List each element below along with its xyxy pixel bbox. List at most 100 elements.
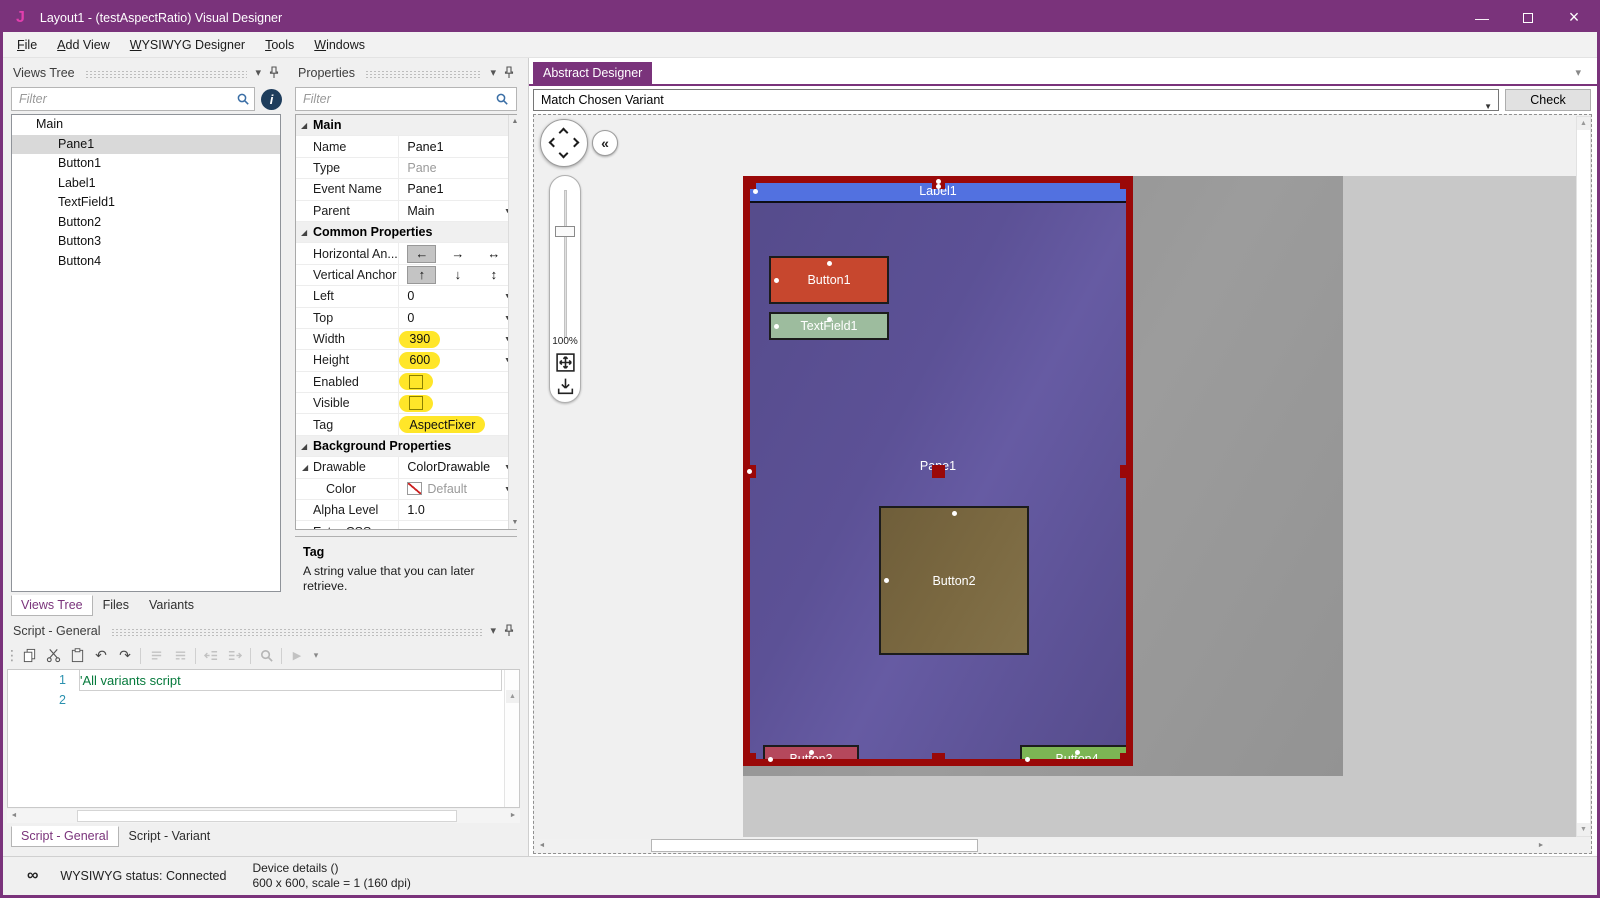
designer-view-textfield1[interactable]: TextField1: [769, 312, 889, 340]
prop-value-extra-css[interactable]: ...▼: [399, 521, 516, 529]
prop-value-width[interactable]: 390▼: [399, 329, 516, 349]
tab-script-variant[interactable]: Script - Variant: [119, 826, 221, 847]
prop-section-main[interactable]: ◢ Main: [296, 115, 516, 137]
editor-horizontal-scrollbar[interactable]: ◄ ►: [7, 809, 520, 823]
panel-menu-icon[interactable]: ▾: [490, 66, 496, 79]
prop-value-name[interactable]: Pane1: [399, 136, 516, 156]
scroll-left-icon[interactable]: ◄: [535, 839, 549, 853]
scroll-down-icon[interactable]: ▼: [1577, 823, 1590, 836]
anchor-button-vertical-anchor-1[interactable]: ↓: [443, 266, 472, 284]
checkbox-visible[interactable]: [409, 396, 424, 411]
tab-script-general[interactable]: Script - General: [11, 826, 119, 847]
properties-filter-input[interactable]: [295, 87, 517, 111]
tree-item-button3[interactable]: Button3: [12, 232, 280, 252]
indent-icon[interactable]: [223, 645, 247, 667]
run-icon[interactable]: ▶: [285, 645, 309, 667]
pan-up-icon[interactable]: [558, 127, 569, 138]
anchor-button-horizontal-an-0[interactable]: ←: [407, 244, 437, 263]
pin-icon[interactable]: [504, 66, 514, 79]
designer-view-button2[interactable]: Button2: [879, 506, 1029, 655]
prop-value-tag[interactable]: AspectFixer: [399, 414, 516, 434]
anchor-button-vertical-anchor-2[interactable]: ↕: [479, 266, 508, 284]
zoom-slider-track[interactable]: [564, 190, 567, 338]
designer-view-button4[interactable]: Button4: [1020, 745, 1133, 766]
panel-menu-icon[interactable]: ▾: [490, 624, 496, 637]
tab-views-tree[interactable]: Views Tree: [11, 595, 93, 616]
pan-down-icon[interactable]: [558, 148, 569, 159]
undo-icon[interactable]: ↶: [89, 645, 113, 667]
menu-windows[interactable]: Windows: [304, 32, 375, 58]
prop-value-vertical-anchor[interactable]: ↑ ↓ ↕: [399, 265, 516, 285]
prop-section-background-properties[interactable]: ◢ Background Properties: [296, 435, 516, 458]
toolbar-grip-icon[interactable]: ⋮: [5, 645, 19, 667]
designer-view-button3[interactable]: Button3: [763, 745, 859, 766]
load-layout-button[interactable]: [555, 376, 576, 397]
menu-wysiwyg-designer[interactable]: WYSIWYG Designer: [120, 32, 255, 58]
properties-scrollbar[interactable]: ▲ ▼: [508, 115, 521, 529]
scroll-up-icon[interactable]: ▲: [1577, 117, 1590, 130]
design-canvas[interactable]: Label1 Button1 TextField1 Button2 Button3 But…: [533, 114, 1592, 854]
fit-to-screen-button[interactable]: [555, 352, 576, 373]
scroll-down-icon[interactable]: ▼: [509, 516, 521, 529]
designer-pane[interactable]: Label1 Button1 TextField1 Button2 Button3 But…: [743, 176, 1133, 766]
prop-value-horizontal-an[interactable]: ← → ↔: [399, 243, 516, 263]
pan-right-icon[interactable]: [569, 137, 580, 148]
cut-icon[interactable]: [41, 645, 65, 667]
toolbar-overflow-icon[interactable]: ▾: [309, 645, 323, 667]
prop-value-type[interactable]: Pane: [399, 158, 516, 178]
scrollbar-thumb[interactable]: [651, 839, 978, 852]
tab-overflow-icon[interactable]: ▾: [1575, 66, 1581, 79]
pan-left-icon[interactable]: [548, 137, 559, 148]
pan-control[interactable]: [540, 119, 588, 167]
redo-icon[interactable]: ↷: [113, 645, 137, 667]
menu-file[interactable]: File: [7, 32, 47, 58]
canvas-vertical-scrollbar[interactable]: ▲ ▼: [1576, 116, 1591, 837]
scroll-up-icon[interactable]: ▲: [506, 690, 519, 703]
checkbox-enabled[interactable]: [409, 374, 424, 389]
designer-view-label1[interactable]: Label1: [750, 181, 1126, 203]
prop-value-enabled[interactable]: [399, 372, 516, 392]
code-line-1[interactable]: 1 'All variants script: [8, 670, 519, 691]
prop-value-color[interactable]: Default▼: [399, 479, 516, 499]
uncomment-icon[interactable]: [168, 645, 192, 667]
anchor-button-horizontal-an-2[interactable]: ↔: [479, 245, 508, 263]
anchor-button-horizontal-an-1[interactable]: →: [443, 245, 472, 263]
designer-view-button1[interactable]: Button1: [769, 256, 889, 304]
zoom-slider-thumb[interactable]: [555, 226, 575, 237]
check-anchors-button[interactable]: Check Anchors: [1505, 89, 1591, 127]
search-icon[interactable]: [254, 645, 278, 667]
tab-variants[interactable]: Variants: [139, 595, 204, 616]
prop-value-alpha-level[interactable]: 1.0: [399, 500, 516, 520]
menu-tools[interactable]: Tools: [255, 32, 304, 58]
code-line-2[interactable]: 2: [8, 690, 519, 710]
scrollbar-thumb[interactable]: [77, 810, 457, 822]
tab-abstract-designer[interactable]: Abstract Designer: [533, 62, 653, 84]
prop-value-drawable[interactable]: ColorDrawable▼: [399, 457, 516, 477]
editor-vertical-scrollbar[interactable]: ▲: [504, 670, 519, 807]
minimize-button[interactable]: —: [1459, 3, 1505, 32]
prop-section-common-properties[interactable]: ◢ Common Properties: [296, 221, 516, 244]
paste-icon[interactable]: [65, 645, 89, 667]
collapse-button[interactable]: «: [592, 130, 618, 156]
tree-item-button2[interactable]: Button2: [12, 213, 280, 233]
pin-icon[interactable]: [504, 624, 514, 637]
prop-value-event-name[interactable]: Pane1: [399, 179, 516, 199]
scroll-right-icon[interactable]: ►: [506, 809, 520, 823]
tree-item-button1[interactable]: Button1: [12, 154, 280, 174]
panel-menu-icon[interactable]: ▾: [255, 66, 261, 79]
tree-item-main[interactable]: Main: [12, 115, 280, 135]
menu-add-view[interactable]: Add View: [47, 32, 120, 58]
tree-item-label1[interactable]: Label1: [12, 174, 280, 194]
script-editor[interactable]: 1 'All variants script 2 ▲: [7, 669, 520, 808]
prop-value-top[interactable]: 0▼: [399, 308, 516, 328]
pin-icon[interactable]: [269, 66, 279, 79]
copy-icon[interactable]: [17, 645, 41, 667]
views-filter-input[interactable]: [11, 87, 255, 111]
tree-item-textfield1[interactable]: TextField1: [12, 193, 280, 213]
prop-value-visible[interactable]: [399, 393, 516, 413]
outdent-icon[interactable]: [199, 645, 223, 667]
canvas-horizontal-scrollbar[interactable]: ◄ ►: [535, 839, 1548, 853]
variant-dropdown[interactable]: Match Chosen Variant ▼: [533, 89, 1499, 111]
tab-files[interactable]: Files: [93, 595, 139, 616]
close-button[interactable]: ×: [1551, 3, 1597, 32]
